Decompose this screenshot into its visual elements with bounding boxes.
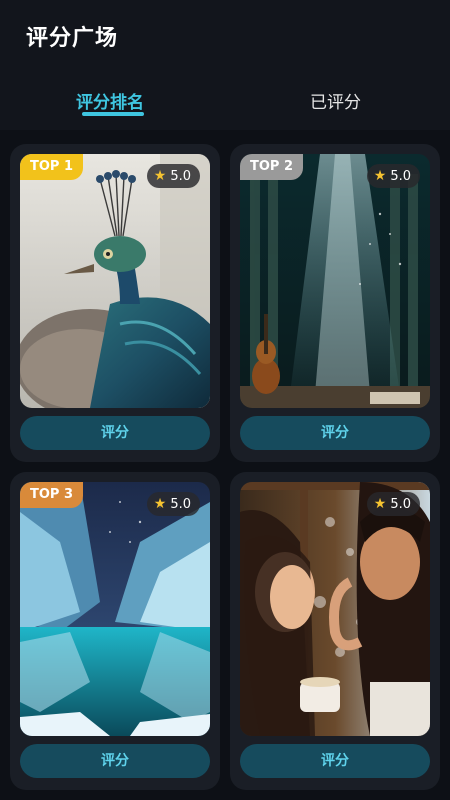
tab-rated[interactable]: 已评分 <box>310 88 361 113</box>
rating-value: 5.0 <box>170 496 191 512</box>
rating-value: 5.0 <box>170 168 191 184</box>
card-image[interactable]: TOP 1 ★ 5.0 <box>20 154 210 408</box>
rating-card[interactable]: ★ 5.0 评分 <box>230 472 440 790</box>
ice-cave-image <box>20 482 210 736</box>
rank-badge: TOP 3 <box>20 482 84 508</box>
rank-badge: TOP 2 <box>240 154 304 180</box>
rate-button[interactable]: 评分 <box>20 416 210 450</box>
peacock-image <box>20 154 210 408</box>
rate-button[interactable]: 评分 <box>240 744 430 778</box>
rate-button[interactable]: 评分 <box>20 744 210 778</box>
page-title: 评分广场 <box>26 26 119 51</box>
rating-badge: ★ 5.0 <box>146 492 200 516</box>
card-image[interactable]: TOP 2 ★ 5.0 <box>240 154 430 408</box>
couple-image <box>240 482 430 736</box>
rate-button[interactable]: 评分 <box>240 416 430 450</box>
rating-badge: ★ 5.0 <box>366 164 420 188</box>
rating-card[interactable]: TOP 2 ★ 5.0 评分 <box>230 144 440 462</box>
star-icon: ★ <box>373 168 387 184</box>
rating-value: 5.0 <box>390 168 411 184</box>
star-icon: ★ <box>153 168 167 184</box>
star-icon: ★ <box>373 496 387 512</box>
violin-stage-image <box>240 154 430 408</box>
rating-badge: ★ 5.0 <box>146 164 200 188</box>
card-grid: TOP 1 ★ 5.0 评分 TOP 2 ★ 5.0 评分 TOP 3 ★ 5.… <box>0 132 450 800</box>
star-icon: ★ <box>153 496 167 512</box>
rating-badge: ★ 5.0 <box>366 492 420 516</box>
rating-card[interactable]: TOP 3 ★ 5.0 评分 <box>10 472 220 790</box>
rank-badge: TOP 1 <box>20 154 84 180</box>
app-header: 评分广场 评分排名 已评分 <box>0 0 450 130</box>
active-tab-indicator <box>82 112 144 116</box>
tab-rating-rank[interactable]: 评分排名 <box>76 88 144 113</box>
card-image[interactable]: TOP 3 ★ 5.0 <box>20 482 210 736</box>
rating-card[interactable]: TOP 1 ★ 5.0 评分 <box>10 144 220 462</box>
rating-value: 5.0 <box>390 496 411 512</box>
card-image[interactable]: ★ 5.0 <box>240 482 430 736</box>
